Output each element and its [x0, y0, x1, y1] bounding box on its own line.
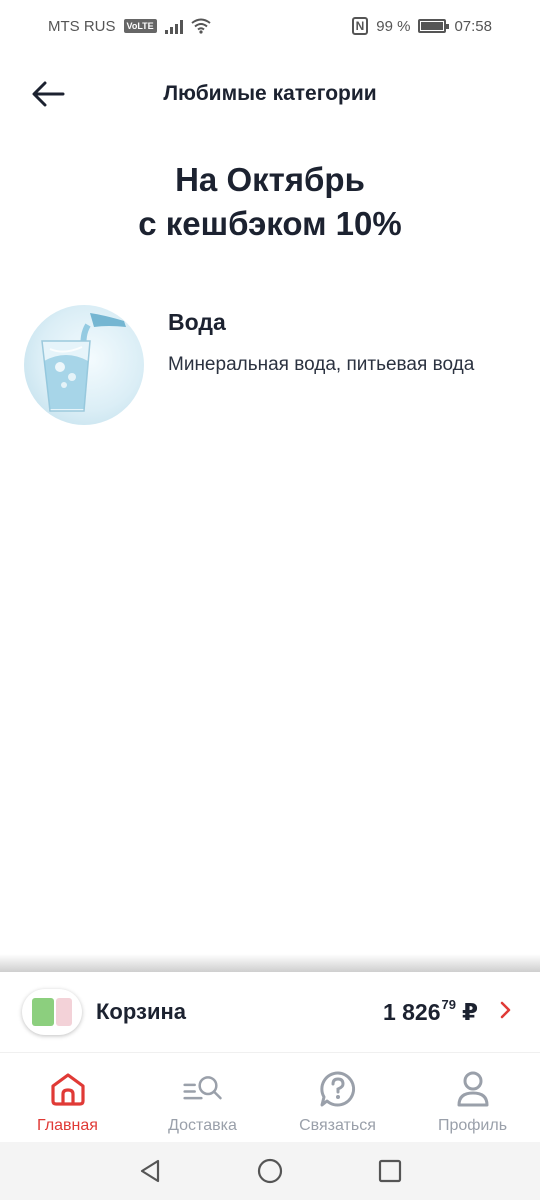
cashback-headline: На Октябрь с кешбэком 10%	[0, 158, 540, 246]
status-left: MTS RUS VoLTE	[48, 18, 211, 35]
tab-profile-label: Профиль	[437, 1117, 508, 1134]
carrier-name: MTS RUS	[48, 17, 116, 35]
headline-line-1: На Октябрь	[175, 161, 365, 198]
cart-divider-shadow	[0, 954, 540, 974]
battery-icon	[418, 19, 450, 33]
cart-products-thumbnail	[22, 989, 82, 1035]
system-recents-button[interactable]	[377, 1158, 403, 1184]
water-glass-image	[41, 313, 126, 412]
system-home-button[interactable]	[256, 1157, 284, 1185]
cart-total: 1 826 79 ₽	[382, 996, 478, 1026]
profile-icon	[453, 1069, 493, 1109]
page-title: Любимые категории	[163, 82, 377, 105]
volte-badge: VoLTE	[123, 19, 157, 33]
cart-total-rubles: 1 826	[382, 998, 441, 1025]
tab-home-label: Главная	[37, 1117, 98, 1134]
status-right: N 99 % 07:58	[351, 17, 492, 35]
circle-home-icon	[257, 1158, 283, 1184]
tab-home[interactable]: Главная	[0, 1053, 135, 1142]
system-navigation-bar	[0, 1142, 540, 1200]
bottom-tab-bar: Главная Доставка Связаться Профиль	[0, 1052, 540, 1142]
tab-profile[interactable]: Профиль	[405, 1053, 540, 1142]
tab-contact-label: Связаться	[299, 1117, 376, 1134]
headline-line-2: с кешбэком 10%	[138, 205, 402, 242]
home-icon	[48, 1069, 88, 1109]
battery-percent: 99 %	[376, 17, 411, 35]
help-chat-icon	[318, 1069, 358, 1109]
status-bar: MTS RUS VoLTE N 99 % 07:58	[0, 0, 540, 52]
category-title: Вода	[168, 309, 226, 335]
tab-contact[interactable]: Связаться	[270, 1053, 405, 1142]
system-back-button[interactable]	[137, 1158, 163, 1184]
wifi-icon	[191, 18, 211, 34]
back-button[interactable]	[28, 76, 68, 112]
chevron-right-icon	[500, 999, 512, 1025]
cart-bar[interactable]: Корзина 1 826 79 ₽	[0, 972, 540, 1052]
category-item[interactable]: Вода Минеральная вода, питьевая вода	[24, 305, 514, 427]
category-description: Минеральная вода, питьевая вода	[168, 354, 475, 375]
category-image	[24, 305, 144, 425]
delivery-search-icon	[182, 1069, 223, 1109]
clock: 07:58	[454, 17, 492, 35]
triangle-back-icon	[140, 1159, 159, 1183]
tab-delivery[interactable]: Доставка	[135, 1053, 270, 1142]
signal-icon	[164, 18, 183, 34]
square-recents-icon	[379, 1159, 402, 1183]
tab-delivery-label: Доставка	[168, 1117, 237, 1134]
cart-label: Корзина	[96, 999, 186, 1024]
cart-total-kopecks: 79	[441, 996, 456, 1012]
nfc-icon: N	[351, 17, 369, 35]
arrow-left-icon	[32, 81, 65, 107]
app-header: Любимые категории	[0, 64, 540, 124]
category-text: Вода Минеральная вода, питьевая вода	[168, 305, 498, 427]
currency-symbol: ₽	[461, 998, 478, 1025]
